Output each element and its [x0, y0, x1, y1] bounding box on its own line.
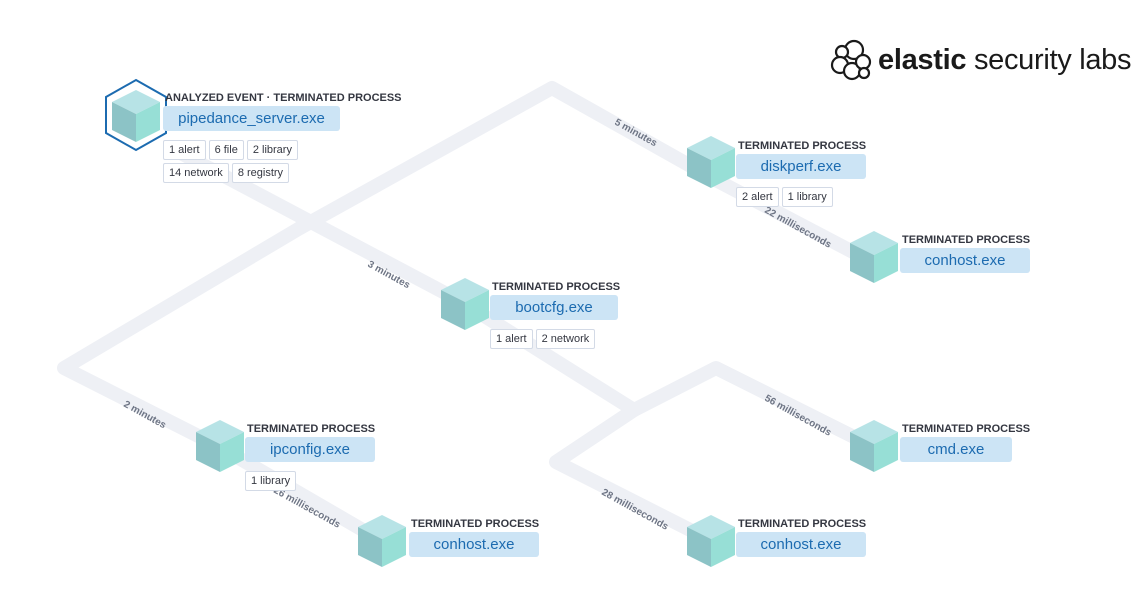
node-type-label: TERMINATED PROCESS: [738, 518, 867, 530]
elastic-cluster-icon: [830, 39, 872, 81]
badge-alert[interactable]: 1 alert: [490, 329, 533, 349]
badge-alert[interactable]: 1 alert: [163, 140, 206, 160]
node-type-label: ANALYZED EVENT · TERMINATED PROCESS: [165, 92, 402, 104]
node-name-button[interactable]: cmd.exe: [900, 437, 1012, 462]
badge-network[interactable]: 2 network: [535, 329, 596, 349]
node-name-button[interactable]: ipconfig.exe: [245, 437, 375, 462]
process-cube-icon: [112, 90, 160, 142]
node-name-button[interactable]: diskperf.exe: [736, 154, 866, 179]
node-name-button[interactable]: bootcfg.exe: [490, 295, 618, 320]
node-name-button[interactable]: conhost.exe: [409, 532, 539, 557]
node-type-label: TERMINATED PROCESS: [411, 518, 540, 530]
node-type-label: TERMINATED PROCESS: [492, 281, 621, 293]
process-cube-icon: [850, 231, 898, 283]
badge-library[interactable]: 1 library: [781, 187, 833, 207]
badge-alert[interactable]: 2 alert: [736, 187, 779, 207]
node-name-button[interactable]: pipedance_server.exe: [163, 106, 340, 131]
edge-label-22-milliseconds: 22 milliseconds: [763, 205, 834, 251]
node-type-label: TERMINATED PROCESS: [902, 234, 1031, 246]
logo-text: elastic security labs: [878, 43, 1132, 76]
process-cube-icon: [441, 278, 489, 330]
edge-bootcfg-cmd: [627, 361, 879, 453]
badge-library[interactable]: 2 library: [246, 140, 298, 160]
badge-file[interactable]: 6 file: [208, 140, 244, 160]
process-cube-icon: [196, 420, 244, 472]
edge-pipedance-diskperf: [293, 81, 719, 235]
process-cube-icon: [358, 515, 406, 567]
node-type-label: TERMINATED PROCESS: [902, 423, 1031, 435]
node-type-label: TERMINATED PROCESS: [247, 423, 376, 435]
process-cube-icon: [850, 420, 898, 472]
process-cube-icon: [687, 515, 735, 567]
badge-library[interactable]: 1 library: [245, 471, 297, 491]
node-name-button[interactable]: conhost.exe: [900, 248, 1030, 273]
edge-pipedance-ipconfig: [57, 221, 307, 453]
elastic-security-labs-logo: elastic security labs: [830, 38, 1132, 82]
badge-network[interactable]: 14 network: [163, 163, 229, 183]
node-type-label: TERMINATED PROCESS: [738, 140, 867, 152]
badge-registry[interactable]: 8 registry: [231, 163, 290, 183]
node-name-button[interactable]: conhost.exe: [736, 532, 866, 557]
process-cube-icon: [687, 136, 735, 188]
